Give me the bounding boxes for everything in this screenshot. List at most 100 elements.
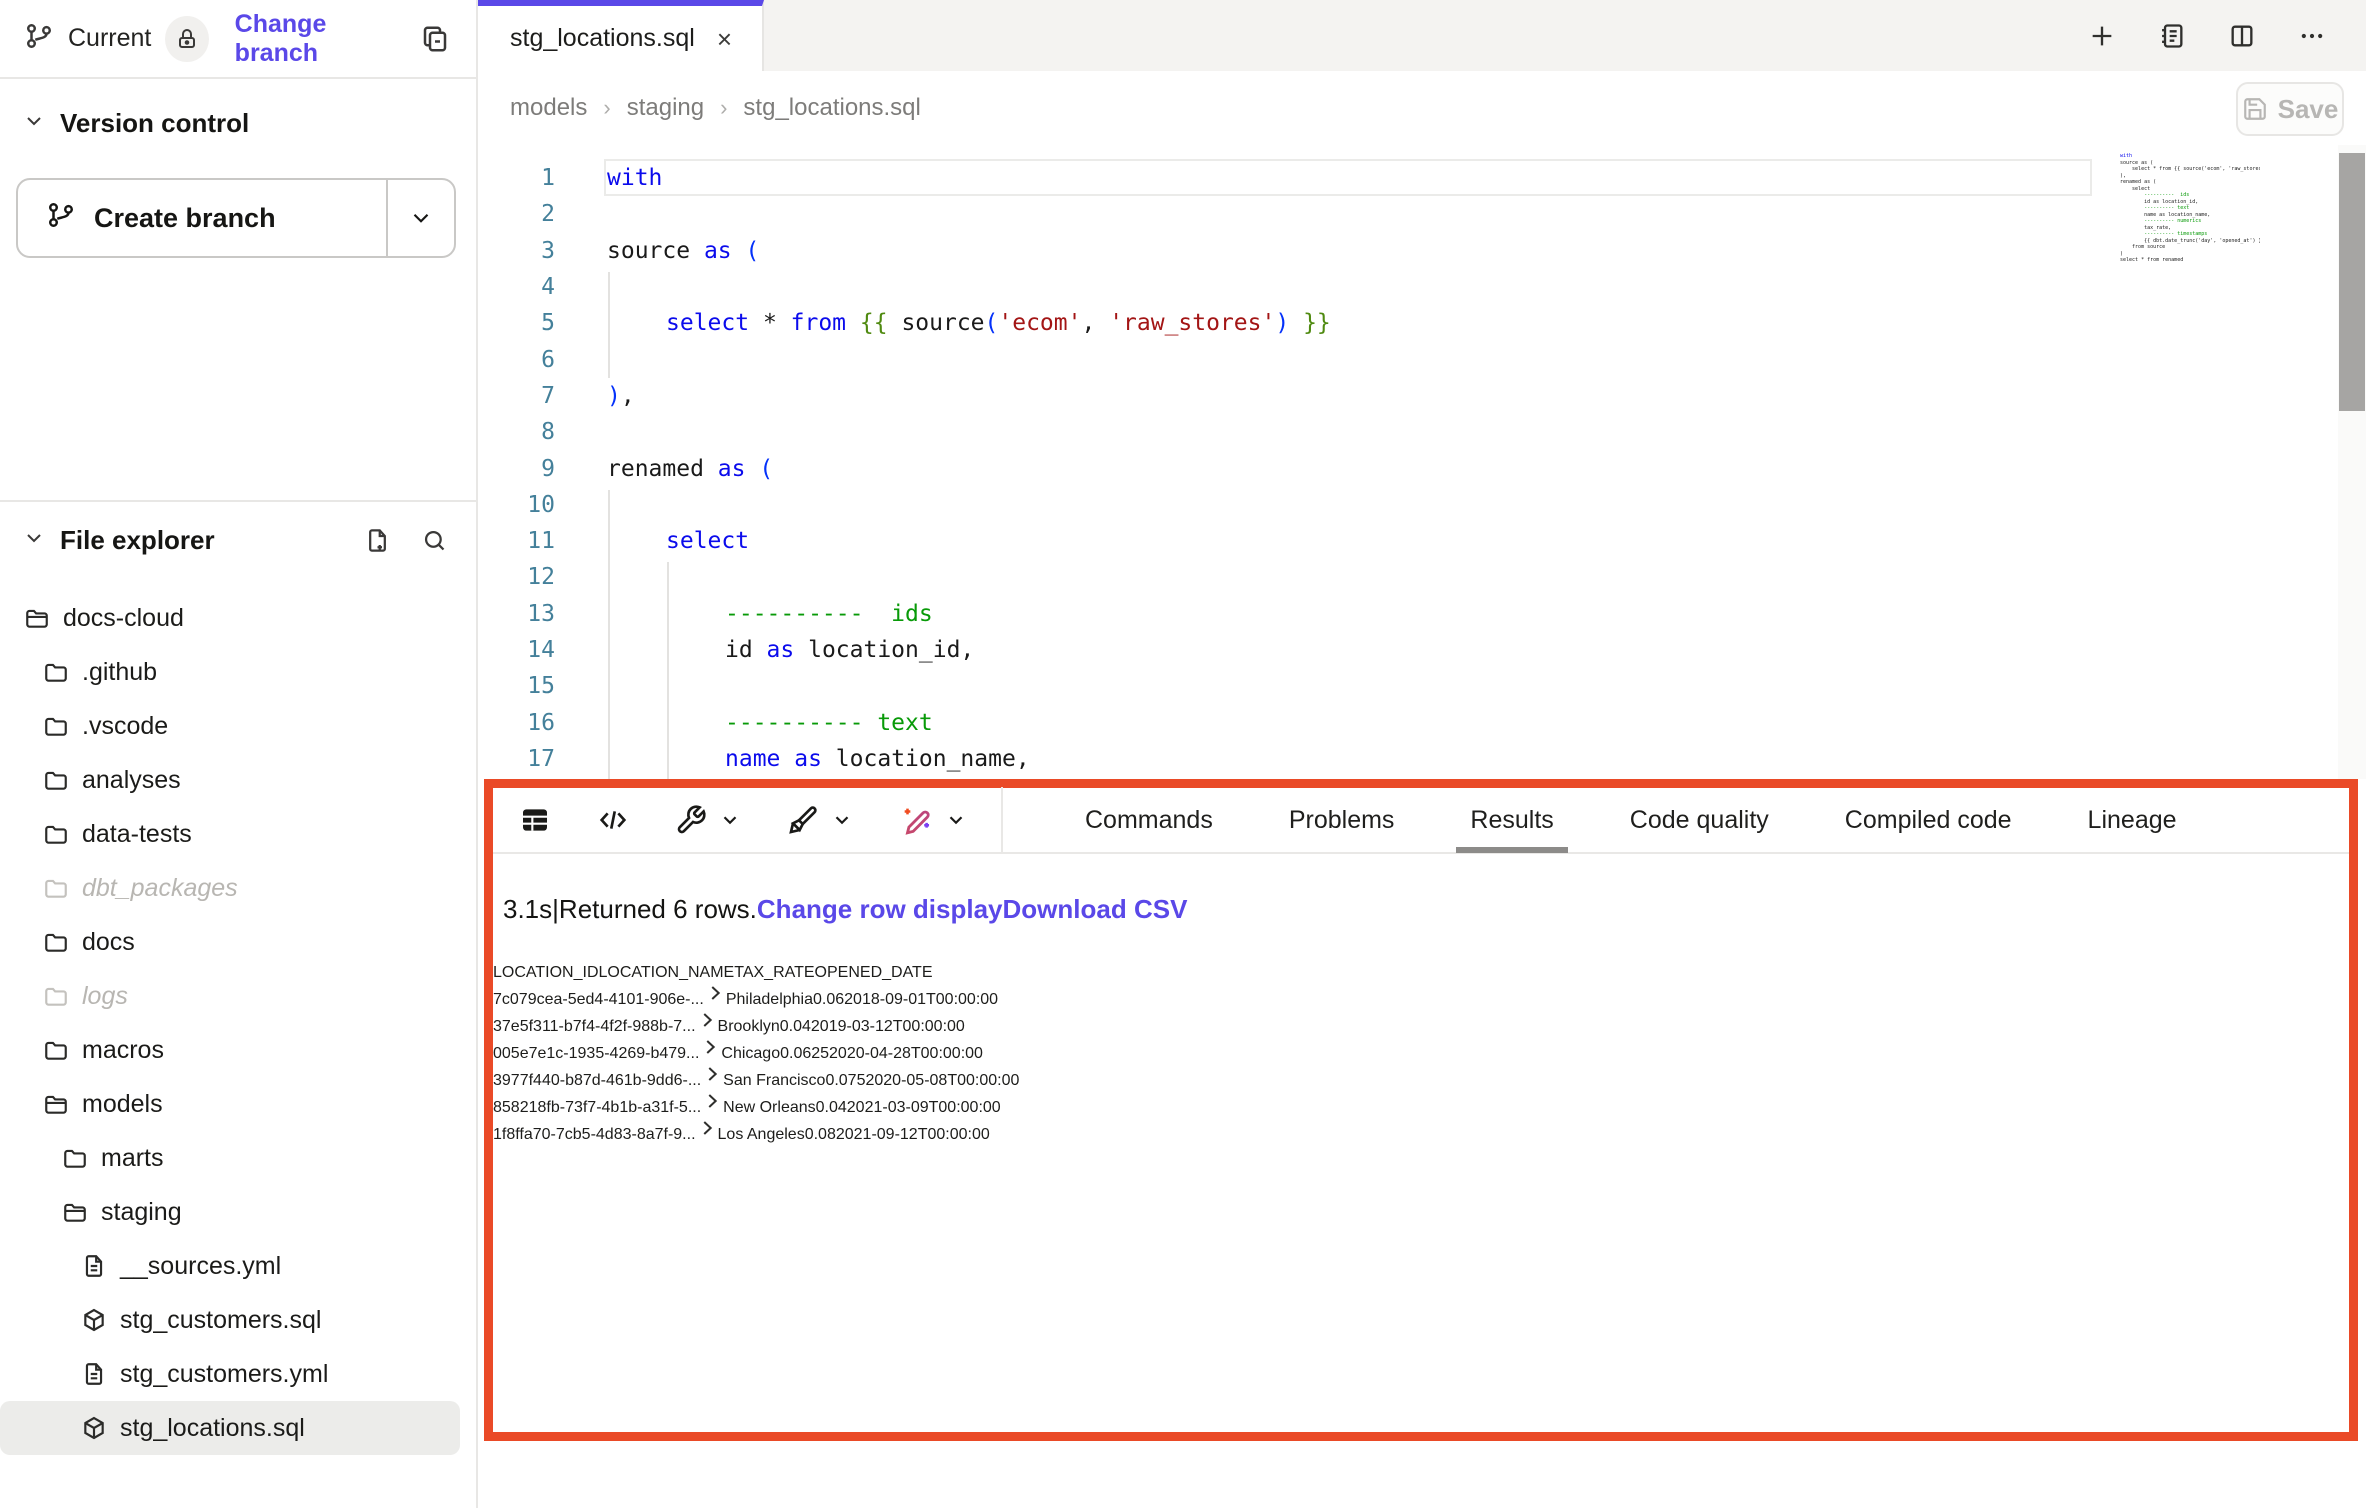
code-line-11[interactable]: 11 select — [478, 523, 2138, 559]
file-tree-item-docs-cloud[interactable]: docs-cloud — [0, 591, 476, 645]
code-line-14[interactable]: 14id as location_id, — [478, 632, 2138, 668]
editor-scrollbar[interactable] — [2338, 145, 2366, 779]
build-wrench-icon[interactable] — [675, 804, 707, 836]
ai-assist-wand-icon[interactable] — [899, 803, 933, 837]
code-line-17[interactable]: 17name as location_name, — [478, 741, 2138, 777]
tab-stg-locations[interactable]: stg_locations.sql × — [478, 0, 764, 71]
dbt-cloud-ide: Current Change branch Version control Cr… — [0, 0, 2366, 1508]
chevron-down-icon[interactable] — [22, 526, 46, 555]
code-line-2[interactable]: 2 — [478, 196, 2138, 232]
file-tree-item-logs[interactable]: logs — [0, 969, 476, 1023]
file-tree-item-macros[interactable]: macros — [0, 1023, 476, 1077]
code-line-4[interactable]: 4 — [478, 269, 2138, 305]
panel-tab-results[interactable]: Results — [1432, 787, 1591, 853]
code-line-7[interactable]: 7), — [478, 378, 2138, 414]
panel-tab-problems[interactable]: Problems — [1251, 787, 1433, 853]
file-tree-label: .vscode — [82, 712, 168, 741]
code-line-5[interactable]: 5select * from {{ source('ecom', 'raw_st… — [478, 305, 2138, 341]
format-brush-icon[interactable] — [787, 804, 819, 836]
code-line-6[interactable]: 6 — [478, 341, 2138, 377]
file-tree-item--github[interactable]: .github — [0, 645, 476, 699]
file-tree-label: models — [82, 1090, 163, 1119]
file-tree-item-analyses[interactable]: analyses — [0, 753, 476, 807]
code-line-8[interactable]: 8 — [478, 414, 2138, 450]
code-view-icon[interactable] — [597, 804, 629, 836]
expand-cell-icon[interactable] — [701, 1072, 723, 1089]
code-line-10[interactable]: 10 — [478, 487, 2138, 523]
code-line-3[interactable]: 3source as ( — [478, 233, 2138, 269]
file-tree-item--sources-yml[interactable]: __sources.yml — [0, 1239, 476, 1293]
expand-cell-icon[interactable] — [696, 1018, 718, 1035]
new-file-icon[interactable] — [364, 527, 391, 554]
line-number: 11 — [478, 528, 555, 554]
file-tree-item-staging[interactable]: staging — [0, 1185, 476, 1239]
download-csv-link[interactable]: Download CSV — [1003, 894, 1188, 925]
split-editor-icon[interactable] — [2228, 22, 2256, 50]
panel-tab-compiled-code[interactable]: Compiled code — [1807, 787, 2050, 853]
branch-locked-badge — [165, 16, 208, 62]
results-table-row[interactable]: 1f8ffa70-7cb5-4d83-8a7f-9...Los Angeles0… — [493, 1117, 2349, 1144]
code-text: ), — [607, 383, 635, 409]
results-table: LOCATION_IDLOCATION_NAMETAX_RATEOPENED_D… — [493, 964, 2349, 1144]
panel-tab-lineage[interactable]: Lineage — [2050, 787, 2215, 853]
code-text: source as ( — [607, 238, 759, 264]
toolbar-divider — [1001, 787, 1003, 853]
expand-cell-icon[interactable] — [696, 1126, 718, 1143]
file-tree-item-stg-customers-yml[interactable]: stg_customers.yml — [0, 1347, 476, 1401]
file-tree-label: dbt_packages — [82, 874, 238, 903]
close-icon[interactable]: × — [717, 26, 732, 52]
chevron-down-icon[interactable] — [22, 109, 46, 138]
search-icon[interactable] — [421, 527, 448, 554]
minimap[interactable]: withsource as ( select * from {{ source(… — [2120, 153, 2260, 264]
folder-icon — [43, 929, 69, 955]
more-options-icon[interactable] — [2298, 22, 2326, 50]
code-line-1[interactable]: 1with — [478, 160, 2138, 196]
results-table-row[interactable]: 858218fb-73f7-4b1b-a31f-5...New Orleans0… — [493, 1090, 2349, 1117]
code-line-13[interactable]: 13---------- ids — [478, 596, 2138, 632]
results-table-row[interactable]: 37e5f311-b7f4-4f2f-988b-7...Brooklyn0.04… — [493, 1009, 2349, 1036]
new-tab-icon[interactable] — [2088, 22, 2116, 50]
panel-tab-commands[interactable]: Commands — [1047, 787, 1251, 853]
notebook-icon[interactable] — [2158, 22, 2186, 50]
code-line-12[interactable]: 12 — [478, 559, 2138, 595]
file-tree-item-stg-customers-sql[interactable]: stg_customers.sql — [0, 1293, 476, 1347]
expand-cell-icon[interactable] — [704, 991, 726, 1008]
code-lines: 1with23source as (45select * from {{ sou… — [478, 160, 2138, 777]
expand-cell-icon[interactable] — [701, 1099, 723, 1116]
code-editor[interactable]: 1with23source as (45select * from {{ sou… — [478, 145, 2366, 779]
chevron-down-icon[interactable] — [831, 809, 853, 831]
query-time: 3.1s — [503, 894, 552, 925]
cell-tax-rate: 0.06 — [813, 991, 844, 1008]
code-line-9[interactable]: 9renamed as ( — [478, 450, 2138, 486]
cell-opened-date: 2020-05-08T00:00:00 — [865, 1072, 1019, 1089]
change-branch-link[interactable]: Change branch — [235, 10, 406, 68]
save-button[interactable]: Save — [2236, 82, 2344, 136]
git-branch-icon — [46, 200, 76, 237]
results-table-row[interactable]: 7c079cea-5ed4-4101-906e-...Philadelphia0… — [493, 982, 2349, 1009]
table-view-icon[interactable] — [519, 804, 551, 836]
code-line-15[interactable]: 15 — [478, 668, 2138, 704]
file-tree-item-dbt-packages[interactable]: dbt_packages — [0, 861, 476, 915]
chevron-down-icon[interactable] — [719, 809, 741, 831]
file-tree-item-marts[interactable]: marts — [0, 1131, 476, 1185]
file-tree-item--vscode[interactable]: .vscode — [0, 699, 476, 753]
file-tree-item-docs[interactable]: docs — [0, 915, 476, 969]
create-branch-dropdown[interactable] — [388, 180, 454, 256]
change-row-display-link[interactable]: Change row display — [757, 894, 1003, 925]
code-text: select — [607, 528, 749, 554]
file-tree-label: docs-cloud — [63, 604, 184, 633]
chevron-down-icon[interactable] — [945, 809, 967, 831]
create-branch-button[interactable]: Create branch — [18, 180, 388, 256]
panel-tab-code-quality[interactable]: Code quality — [1592, 787, 1807, 853]
code-text: renamed as ( — [607, 456, 773, 482]
scrollbar-thumb[interactable] — [2339, 153, 2365, 411]
copy-icon[interactable] — [420, 24, 450, 54]
file-tree-item-stg-locations-sql[interactable]: stg_locations.sql — [0, 1401, 460, 1455]
results-table-row[interactable]: 005e7e1c-1935-4269-b479...Chicago0.06252… — [493, 1036, 2349, 1063]
cell-opened-date: 2021-03-09T00:00:00 — [847, 1099, 1001, 1116]
file-tree-item-data-tests[interactable]: data-tests — [0, 807, 476, 861]
expand-cell-icon[interactable] — [699, 1045, 721, 1062]
file-tree-item-models[interactable]: models — [0, 1077, 476, 1131]
results-table-row[interactable]: 3977f440-b87d-461b-9dd6-...San Francisco… — [493, 1063, 2349, 1090]
code-line-16[interactable]: 16---------- text — [478, 704, 2138, 740]
